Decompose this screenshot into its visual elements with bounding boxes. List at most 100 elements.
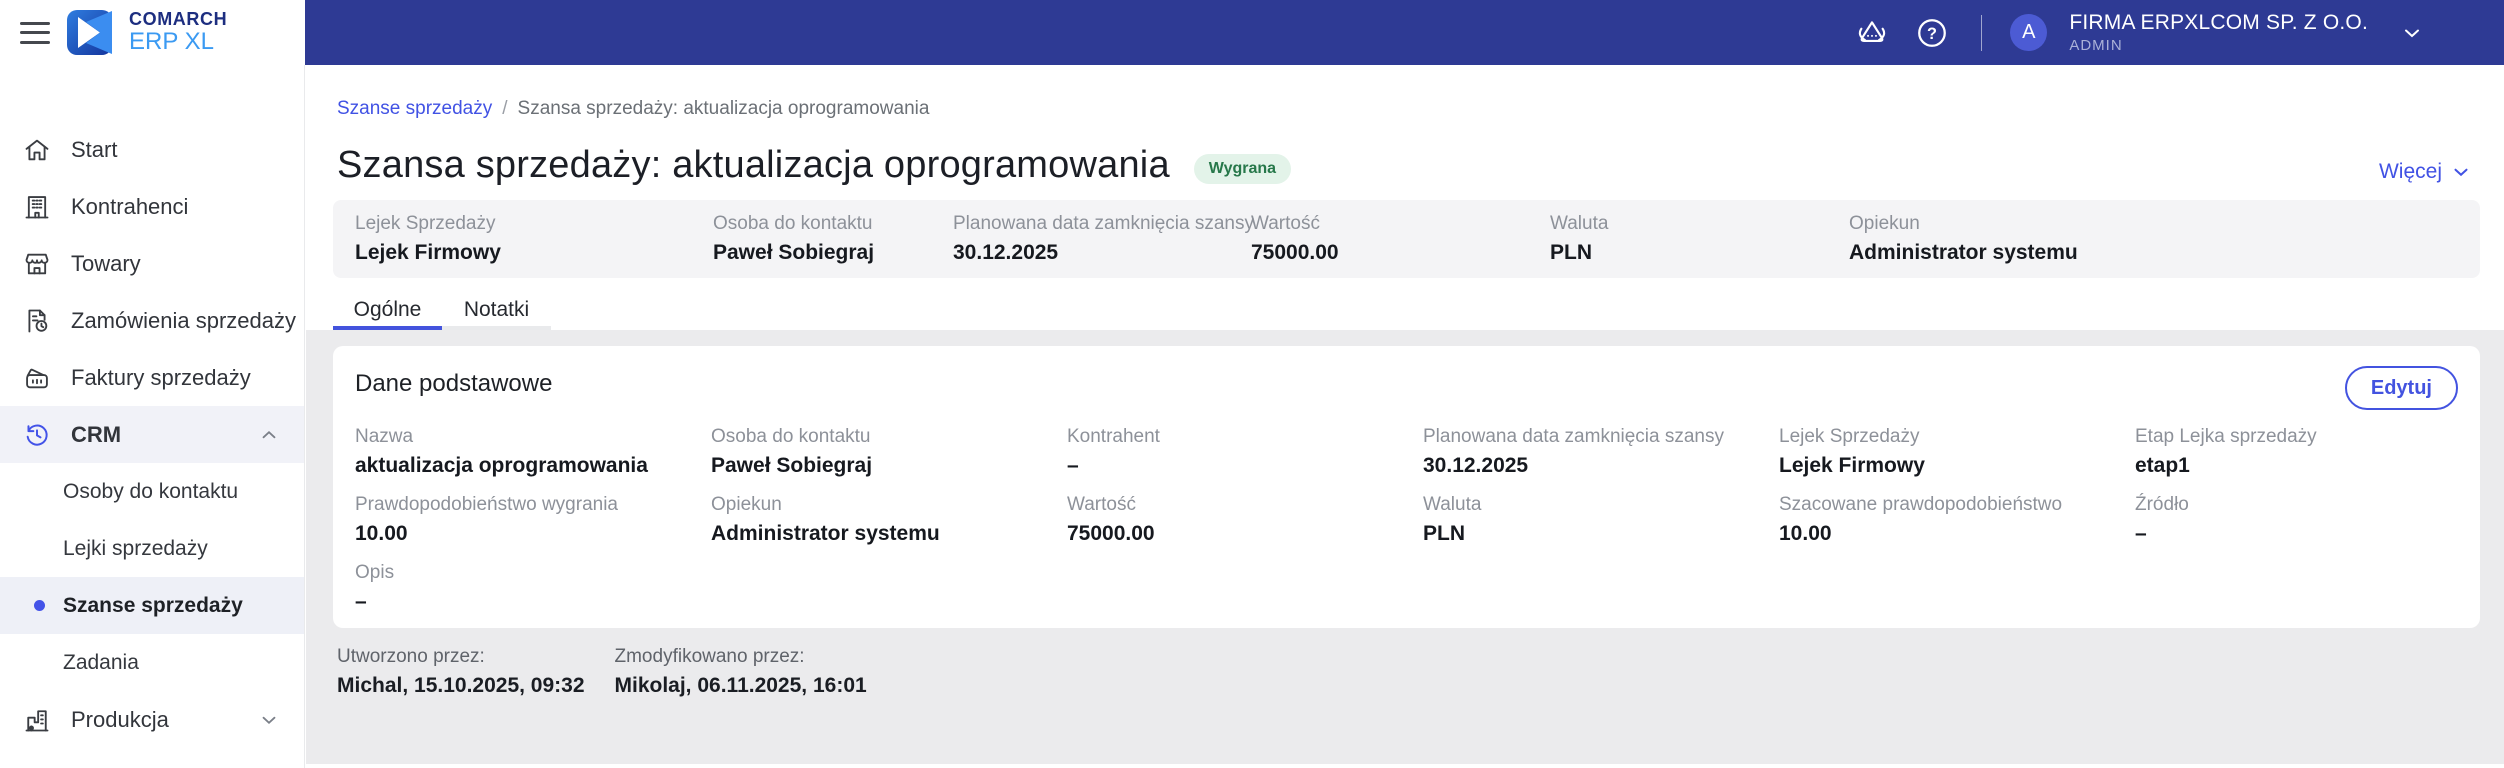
card-field: Nazwa aktualizacja oprogramowania <box>355 426 711 478</box>
tab-ogolne[interactable]: Ogólne <box>333 293 442 330</box>
card-field: Etap Lejka sprzedaży etap1 <box>2135 426 2491 478</box>
assistant-icon[interactable] <box>1851 12 1893 54</box>
card-field: Wartość 75000.00 <box>1067 494 1423 546</box>
summary-field: Wartość 75000.00 <box>1251 213 1339 265</box>
user-block[interactable]: FIRMA ERPXLCOM SP. Z O.O. ADMIN <box>2069 10 2368 55</box>
user-menu-chevron-down-icon[interactable] <box>2400 21 2424 45</box>
card-field: Osoba do kontaktu Paweł Sobiegraj <box>711 426 1067 478</box>
brand-line1: COMARCH <box>129 9 228 30</box>
field-label: Wartość <box>1251 213 1320 234</box>
field-label: Osoba do kontaktu <box>713 213 873 234</box>
card-field: Prawdopodobieństwo wygrania 10.00 <box>355 494 711 546</box>
summary-field: Opiekun Administrator systemu <box>1849 213 2078 265</box>
brand-text: COMARCH ERP XL <box>129 10 227 54</box>
tab-notatki[interactable]: Notatki <box>442 293 551 330</box>
field-label: Waluta <box>1550 213 1609 234</box>
page-title: Szansa sprzedaży: aktualizacja oprogramo… <box>337 144 1170 186</box>
summary-field: Waluta PLN <box>1550 213 1608 265</box>
sidebar-item-label: Kontrahenci <box>71 193 189 219</box>
field-label: Planowana data zamknięcia szansy <box>1423 426 1725 447</box>
avatar-initial: A <box>2022 21 2036 43</box>
card-field-opis: Opis – <box>355 562 711 614</box>
sidebar-item-crm[interactable]: CRM <box>0 406 304 463</box>
field-value: Lejek Firmowy <box>355 241 501 264</box>
field-label: Opiekun <box>711 494 782 515</box>
tab-bar: Ogólne Notatki <box>333 293 551 330</box>
sidebar-item-lejki-sprzedazy[interactable]: Lejki sprzedaży <box>0 520 304 577</box>
sidebar-item-osoby-do-kontaktu[interactable]: Osoby do kontaktu <box>0 463 304 520</box>
field-value: 10.00 <box>355 522 408 545</box>
field-value: 30.12.2025 <box>1423 454 1529 477</box>
sidebar-item-start[interactable]: Start <box>0 121 304 178</box>
field-value: 30.12.2025 <box>953 241 1059 264</box>
field-value: 75000.00 <box>1251 241 1339 264</box>
created-by-block: Utworzono przez: Michal, 15.10.2025, 09:… <box>337 646 585 698</box>
audit-info: Utworzono przez: Michal, 15.10.2025, 09:… <box>337 646 867 698</box>
topbar: ? A FIRMA ERPXLCOM SP. Z O.O. ADMIN <box>305 0 2504 65</box>
modified-by-value: Mikolaj, 06.11.2025, 16:01 <box>614 674 867 697</box>
tab-label: Ogólne <box>353 297 422 321</box>
card-field: Planowana data zamknięcia szansy 30.12.20… <box>1423 426 1779 478</box>
card-field: Waluta PLN <box>1423 494 1779 546</box>
created-by-label: Utworzono przez: <box>337 646 485 667</box>
chevron-down-icon <box>258 709 280 731</box>
tab-label: Notatki <box>463 297 530 321</box>
field-value: PLN <box>1423 522 1465 545</box>
modified-by-block: Zmodyfikowano przez: Mikolaj, 06.11.2025… <box>615 646 867 698</box>
field-label: Osoba do kontaktu <box>711 426 871 447</box>
breadcrumb-current: Szansa sprzedaży: aktualizacja oprogramo… <box>517 98 930 119</box>
field-value: PLN <box>1550 241 1592 264</box>
sidebar-item-label: Towary <box>71 250 141 276</box>
comarch-logo <box>66 9 113 56</box>
sidebar-item-zamowienia[interactable]: Zamówienia sprzedaży <box>0 292 304 349</box>
card-field: Opiekun Administrator systemu <box>711 494 1067 546</box>
field-label: Opis <box>355 562 395 583</box>
more-label: Więcej <box>2378 160 2442 183</box>
breadcrumb: Szanse sprzedaży / Szansa sprzedaży: akt… <box>337 98 929 120</box>
sidebar-subitem-label: Zadania <box>63 650 139 674</box>
field-value: Lejek Firmowy <box>1779 454 1925 477</box>
sidebar-item-label: CRM <box>71 421 122 447</box>
menu-hamburger-icon[interactable] <box>20 21 50 44</box>
field-label: Kontrahent <box>1067 426 1160 447</box>
sidebar-item-zadania[interactable]: Zadania <box>0 634 304 691</box>
sidebar-item-kontrahenci[interactable]: Kontrahenci <box>0 178 304 235</box>
history-clock-icon <box>22 420 52 450</box>
sidebar-item-faktury[interactable]: Faktury sprzedaży <box>0 349 304 406</box>
card-field: Kontrahent – <box>1067 426 1423 478</box>
order-document-icon <box>22 306 52 336</box>
card-field: Szacowane prawdopodobieństwo 10.00 <box>1779 494 2135 546</box>
edit-button[interactable]: Edytuj <box>2344 366 2458 410</box>
field-grid: Nazwa aktualizacja oprogramowania Osoba d… <box>355 426 2491 614</box>
sidebar-subitem-label: Osoby do kontaktu <box>63 479 239 503</box>
more-button[interactable]: Więcej <box>2379 160 2472 184</box>
user-role: ADMIN <box>2069 37 2123 55</box>
breadcrumb-link[interactable]: Szanse sprzedaży <box>337 98 492 120</box>
field-label: Prawdopodobieństwo wygrania <box>355 494 618 515</box>
field-value: Paweł Sobiegraj <box>713 241 875 264</box>
summary-field: Lejek Sprzedaży Lejek Firmowy <box>355 213 501 265</box>
field-label: Opiekun <box>1849 213 1920 234</box>
field-label: Waluta <box>1423 494 1482 515</box>
field-value: – <box>355 590 367 613</box>
sidebar: Start Kontrahenci Towary Zamówienia sprz… <box>0 65 305 768</box>
user-avatar[interactable]: A <box>2010 14 2048 51</box>
company-name: FIRMA ERPXLCOM SP. Z O.O. <box>2069 10 2368 34</box>
field-value: Administrator systemu <box>1849 241 2078 264</box>
field-value: etap1 <box>2135 454 2190 477</box>
sidebar-item-szanse-sprzedazy[interactable]: Szanse sprzedaży <box>0 577 304 634</box>
field-value: – <box>1067 454 1079 477</box>
field-value: 10.00 <box>1779 522 1832 545</box>
summary-field: Planowana data zamknięcia szansy 30.12.2… <box>953 213 1254 265</box>
basic-data-card: Dane podstawowe Edytuj Nazwa aktualizacja… <box>333 346 2480 628</box>
svg-text:?: ? <box>1927 24 1937 42</box>
sidebar-subitem-label: Lejki sprzedaży <box>63 536 208 560</box>
sidebar-item-produkcja[interactable]: Produkcja <box>0 691 304 748</box>
tab-panel: Dane podstawowe Edytuj Nazwa aktualizacja… <box>306 330 2504 764</box>
field-label: Etap Lejka sprzedaży <box>2135 426 2317 447</box>
sidebar-item-towary[interactable]: Towary <box>0 235 304 292</box>
field-value: aktualizacja oprogramowania <box>355 454 648 477</box>
home-icon <box>22 135 52 165</box>
help-icon[interactable]: ? <box>1911 12 1953 54</box>
chevron-up-icon <box>258 424 280 446</box>
